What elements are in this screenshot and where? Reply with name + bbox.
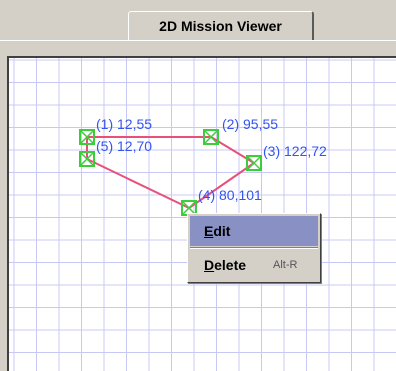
waypoint-label: (5) 12,70 — [96, 138, 152, 154]
menu-item-label: dit — [213, 223, 231, 239]
waypoint-label: (2) 95,55 — [222, 116, 278, 132]
waypoint-5[interactable]: (5) 12,70 — [79, 138, 152, 167]
menu-item-label: elete — [214, 257, 247, 273]
tab-bar: 2D Mission Viewer — [0, 0, 396, 41]
menu-separator — [190, 247, 318, 249]
waypoint-label: (4) 80,101 — [198, 187, 262, 203]
waypoint-label: (3) 122,72 — [263, 143, 327, 159]
path-segment-4-5 — [86, 158, 190, 209]
context-menu: Edit Delete Alt-R — [187, 213, 321, 283]
menu-item-mnemonic: D — [204, 257, 215, 273]
tab-2d-mission-viewer[interactable]: 2D Mission Viewer — [128, 11, 314, 41]
menu-item-mnemonic: E — [204, 223, 214, 239]
menu-item-shortcut: Alt-R — [273, 259, 298, 271]
waypoint-3[interactable]: (3) 122,72 — [246, 143, 327, 171]
tab-label: 2D Mission Viewer — [159, 18, 282, 34]
waypoint-label: (1) 12,55 — [96, 116, 152, 132]
menu-item-delete[interactable]: Delete Alt-R — [190, 250, 318, 280]
menu-item-edit[interactable]: Edit — [190, 216, 318, 246]
